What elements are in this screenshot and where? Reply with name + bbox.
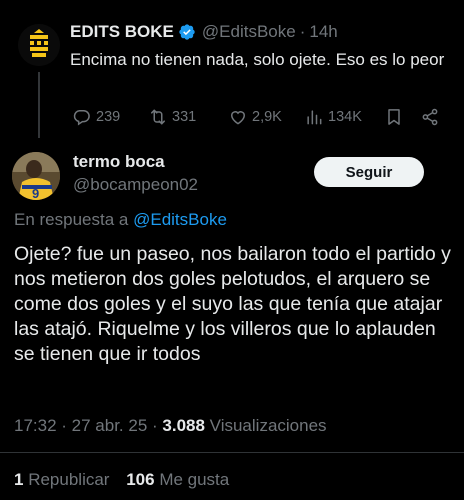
- verified-badge-icon: [179, 24, 195, 40]
- reply-button[interactable]: 239: [72, 107, 120, 127]
- profile-photo-icon: 9: [12, 152, 60, 200]
- reply-context: En respuesta a @EditsBoke: [14, 210, 227, 230]
- bookmark-button[interactable]: [384, 107, 408, 127]
- views-button[interactable]: 134K: [304, 107, 362, 127]
- repost-button[interactable]: 331: [148, 107, 196, 127]
- like-icon: [230, 111, 246, 125]
- share-icon: [422, 108, 438, 126]
- divider: [0, 452, 464, 453]
- like-button[interactable]: 2,9K: [228, 107, 282, 127]
- author-name[interactable]: EDITS BOKE: [70, 22, 174, 42]
- views-count: 3.088: [162, 416, 205, 435]
- tweet-timestamp[interactable]: 17:32 · 27 abr. 25 ·: [14, 416, 162, 435]
- author-name[interactable]: termo boca: [73, 152, 165, 172]
- avatar[interactable]: 9: [12, 152, 60, 200]
- author-handle[interactable]: @EditsBoke: [202, 22, 296, 42]
- follow-button[interactable]: Seguir: [314, 157, 424, 187]
- tweet-meta: 17:32 · 27 abr. 25 · 3.088 Visualizacion…: [14, 416, 327, 436]
- svg-text:9: 9: [32, 186, 39, 200]
- views-label: Visualizaciones: [209, 416, 327, 435]
- reply-icon: [73, 110, 90, 126]
- engagement-stats: 1 Republicar 106 Me gusta: [14, 470, 229, 490]
- views-count: 134K: [328, 109, 362, 125]
- parent-tweet-header: EDITS BOKE @EditsBoke · 14h: [70, 22, 338, 42]
- reply-count: 239: [96, 109, 121, 125]
- likes-label[interactable]: Me gusta: [159, 470, 229, 489]
- reply-mention-link[interactable]: @EditsBoke: [133, 210, 227, 229]
- separator-dot: ·: [299, 22, 306, 41]
- avatar[interactable]: [18, 24, 60, 66]
- reposts-label[interactable]: Republicar: [28, 470, 109, 489]
- like-count: 2,9K: [252, 109, 282, 125]
- repost-icon: [151, 109, 165, 125]
- reposts-count[interactable]: 1: [14, 470, 23, 489]
- share-button[interactable]: [420, 107, 444, 127]
- repost-count: 331: [172, 109, 197, 125]
- parent-tweet[interactable]: EDITS BOKE @EditsBoke · 14h Encima no ti…: [0, 0, 464, 140]
- likes-count[interactable]: 106: [126, 470, 154, 489]
- reply-prefix: En respuesta a: [14, 210, 129, 229]
- tweet-time[interactable]: 14h: [309, 22, 337, 42]
- tweet-text: Ojete? fue un paseo, nos bailaron todo e…: [14, 243, 451, 365]
- edits-boke-logo-icon: [18, 24, 60, 66]
- thread-line: [38, 72, 40, 138]
- author-handle[interactable]: @bocampeon02: [73, 175, 198, 195]
- views-icon: [307, 110, 322, 125]
- parent-tweet-text: Encima no tienen nada, solo ojete. Eso e…: [70, 50, 445, 69]
- bookmark-icon: [388, 109, 400, 125]
- parent-tweet-actions: 239 331 2,9K 134K: [70, 104, 450, 130]
